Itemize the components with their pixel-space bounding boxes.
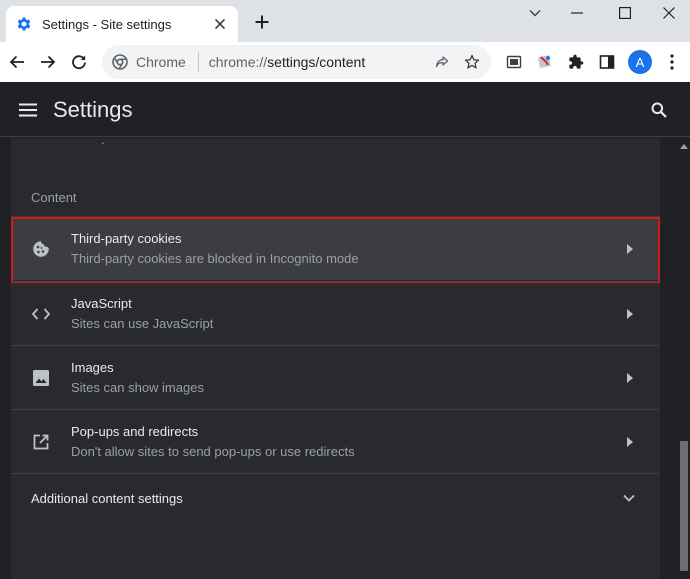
search-icon — [651, 102, 667, 118]
maximize-icon — [619, 7, 631, 19]
chevron-down-icon — [619, 488, 639, 508]
forward-button[interactable] — [33, 47, 63, 77]
additional-content-settings-expander[interactable]: Additional content settings — [11, 473, 660, 523]
address-bar[interactable]: Chrome chrome://settings/content — [102, 45, 491, 79]
close-icon[interactable] — [208, 12, 232, 36]
screenshot-icon — [506, 54, 522, 70]
share-icon — [434, 54, 450, 70]
chevron-down-icon — [529, 9, 541, 17]
puzzle-icon — [568, 54, 584, 70]
share-button[interactable] — [427, 47, 457, 77]
site-info-chip[interactable]: Chrome — [102, 54, 186, 70]
screenshot-extension-button[interactable] — [499, 47, 529, 77]
red-extension-button[interactable] — [530, 47, 560, 77]
reload-icon — [71, 54, 87, 70]
site-label: Chrome — [136, 54, 186, 70]
sidepanel-icon — [599, 54, 615, 70]
omnibox-divider — [197, 52, 199, 72]
extension-red-icon — [536, 53, 554, 71]
minimize-button[interactable] — [554, 0, 600, 26]
settings-gear-icon — [16, 16, 32, 32]
item-subtitle: Third-party cookies are blocked in Incog… — [71, 251, 359, 266]
chevron-right-icon — [623, 432, 637, 452]
code-brackets-icon — [31, 304, 51, 324]
close-window-button[interactable] — [646, 0, 690, 26]
list-item-images[interactable]: Images Sites can show images — [11, 345, 660, 409]
section-title: Content — [31, 190, 77, 205]
tab-settings[interactable]: Settings - Site settings — [6, 6, 238, 42]
arrow-left-icon — [9, 54, 25, 70]
browser-toolbar: Chrome chrome://settings/content A — [0, 42, 690, 82]
extensions-button[interactable] — [561, 47, 591, 77]
close-icon — [663, 7, 675, 19]
page-title: Settings — [53, 97, 133, 122]
open-in-new-icon — [31, 432, 51, 452]
item-title: JavaScript — [71, 296, 132, 311]
bookmark-button[interactable] — [457, 47, 487, 77]
settings-header: Settings — [0, 82, 690, 137]
chevron-right-icon — [623, 239, 637, 259]
side-panel-button[interactable] — [592, 47, 622, 77]
url-scheme: chrome:// — [208, 54, 268, 70]
scroll-up-arrow-icon[interactable] — [680, 142, 688, 150]
item-subtitle: Don't allow sites to send pop-ups or use… — [71, 444, 355, 459]
tab-strip: Settings - Site settings — [0, 0, 690, 42]
url-path: settings/content — [267, 54, 366, 70]
profile-avatar[interactable]: A — [628, 50, 652, 74]
new-tab-button[interactable] — [250, 10, 274, 34]
image-icon — [31, 368, 51, 388]
item-title: Pop-ups and redirects — [71, 424, 199, 439]
tab-title: Settings - Site settings — [42, 16, 172, 32]
chevron-right-icon — [623, 304, 637, 324]
maximize-button[interactable] — [602, 0, 648, 26]
url-text[interactable]: chrome://settings/content — [209, 54, 427, 70]
reload-button[interactable] — [64, 47, 94, 77]
scrolled-text-fragment: . — [101, 138, 105, 147]
kebab-menu-icon — [670, 54, 674, 70]
highlight-annotation-box — [11, 217, 660, 283]
bookmark-star-icon — [464, 54, 480, 70]
item-subtitle: Sites can use JavaScript — [71, 316, 214, 331]
tab-search-button[interactable] — [512, 0, 558, 26]
chrome-menu-button[interactable] — [657, 47, 687, 77]
hamburger-menu-icon — [19, 103, 37, 117]
additional-content-settings-label: Additional content settings — [31, 491, 183, 506]
item-title: Third-party cookies — [71, 231, 182, 246]
search-settings-button[interactable] — [646, 97, 672, 123]
main-menu-button[interactable] — [16, 98, 40, 122]
page-scrollbar[interactable] — [678, 138, 690, 579]
item-title: Images — [71, 360, 114, 375]
site-settings-card: . Content Third-party cookies Third-part… — [11, 138, 660, 579]
back-button[interactable] — [2, 47, 32, 77]
item-subtitle: Sites can show images — [71, 380, 204, 395]
chrome-logo-icon — [112, 54, 128, 70]
cookie-icon — [31, 239, 51, 259]
plus-icon — [255, 15, 269, 29]
scrollbar-thumb[interactable] — [680, 441, 688, 571]
list-item-javascript[interactable]: JavaScript Sites can use JavaScript — [11, 281, 660, 345]
list-item-third-party-cookies[interactable]: Third-party cookies Third-party cookies … — [11, 216, 660, 283]
minimize-icon — [571, 12, 583, 14]
settings-content: . Content Third-party cookies Third-part… — [0, 138, 678, 579]
arrow-right-icon — [40, 54, 56, 70]
chevron-right-icon — [623, 368, 637, 388]
list-item-popups-redirects[interactable]: Pop-ups and redirects Don't allow sites … — [11, 409, 660, 473]
